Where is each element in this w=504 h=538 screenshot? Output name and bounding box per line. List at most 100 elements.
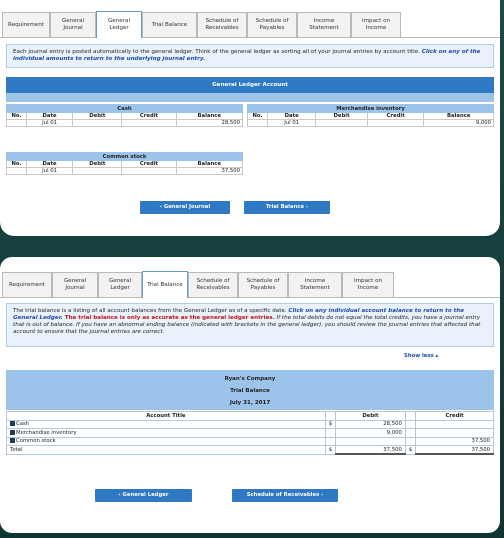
tab-general-journal[interactable]: General Journal: [52, 272, 98, 297]
report-date: July 31, 2017: [229, 400, 271, 406]
tab-schedule-payables[interactable]: Schedule of Payables: [247, 12, 297, 37]
col-debit: Debit: [315, 112, 368, 120]
general-ledger-button[interactable]: ‹ General Ledger: [95, 489, 192, 502]
tab-impact-income[interactable]: Impact on Income: [342, 272, 394, 297]
tab-income-statement[interactable]: Income Statement: [288, 272, 342, 297]
col-balance: Balance: [423, 112, 494, 120]
col-credit: Credit: [366, 112, 425, 120]
tab-bar: Requirement General Journal General Ledg…: [0, 257, 500, 298]
company-name: Ryan's Company: [224, 376, 276, 382]
col-date: Date: [266, 112, 317, 120]
col-date: Date: [25, 160, 74, 168]
credit-sign-cell: [404, 436, 417, 446]
tab-bar: Requirement General Journal General Ledg…: [0, 0, 500, 38]
trial-balance-header: Ryan's Company Trial Balance July 31, 20…: [6, 370, 494, 410]
debit-cell[interactable]: [335, 436, 406, 446]
edit-icon: [10, 421, 15, 427]
total-debit-sign: $: [324, 445, 337, 455]
cell-balance[interactable]: 28,500: [175, 119, 244, 127]
cell-debit[interactable]: [315, 119, 368, 127]
col-debit: Debit: [335, 411, 406, 421]
total-row: Total $ 37,500 $ 37,500: [6, 445, 494, 455]
edit-icon: [10, 438, 15, 444]
debit-cell[interactable]: 9,000: [335, 428, 406, 438]
cell-debit[interactable]: [72, 167, 123, 175]
col-credit: Credit: [121, 112, 177, 120]
cell-date[interactable]: Jul 01: [25, 119, 74, 127]
cell-no: [247, 119, 268, 127]
tab-impact-income[interactable]: Impact on Income: [351, 12, 401, 37]
tab-schedule-payables[interactable]: Schedule of Payables: [238, 272, 288, 297]
instructions-text: The trial balance is a listing of all ac…: [13, 308, 289, 314]
col-no: No.: [247, 112, 268, 120]
debit-cell[interactable]: 28,500: [335, 419, 406, 429]
cell-debit[interactable]: [72, 119, 123, 127]
cell-credit[interactable]: [121, 167, 177, 175]
general-journal-button[interactable]: ‹ General Journal: [140, 201, 230, 214]
col-debit: Debit: [72, 160, 123, 168]
total-credit-sign: $: [404, 445, 417, 455]
trial-balance-table: Account Title Debit Credit Cash $ 28,500…: [6, 411, 494, 455]
credit-cell[interactable]: 37,500: [415, 436, 494, 446]
cell-no: [6, 119, 27, 127]
credit-cell[interactable]: [415, 428, 494, 438]
report-name: Trial Balance: [230, 388, 270, 394]
cell-date[interactable]: Jul 01: [25, 167, 74, 175]
show-less-link[interactable]: Show less ▴: [404, 353, 438, 359]
total-credit: 37,500: [415, 445, 494, 455]
timestamp: 09:10 ✓: [397, 202, 470, 222]
col-credit: Credit: [121, 160, 177, 168]
account-title: Cash: [16, 421, 30, 428]
debit-sign-cell: [324, 436, 337, 446]
common-stock-ledger-table: Common stock No. Date Debit Credit Balan…: [6, 152, 244, 175]
trial-balance-button[interactable]: Trial Balance ›: [244, 201, 330, 214]
col-credit-sign: [404, 411, 417, 421]
inventory-ledger-table: Merchandise inventory No. Date Debit Cre…: [247, 104, 494, 127]
trial-balance-panel: Requirement General Journal General Ledg…: [0, 257, 500, 533]
col-debit: Debit: [72, 112, 123, 120]
tab-requirement[interactable]: Requirement: [2, 12, 50, 37]
ledger-row: Jul 01 9,000: [247, 119, 494, 127]
section-subband: [6, 93, 494, 102]
cell-balance[interactable]: 9,000: [423, 119, 494, 127]
edit-icon: [10, 429, 15, 435]
tab-requirement[interactable]: Requirement: [2, 272, 52, 297]
ledger-row: Jul 01 37,500: [6, 167, 244, 175]
debit-sign-cell: $: [324, 419, 337, 429]
instructions-text: Each journal entry is posted automatical…: [13, 49, 422, 55]
cell-no: [6, 167, 27, 175]
tab-trial-balance[interactable]: Trial Balance: [142, 271, 188, 298]
account-title-cell[interactable]: Merchandise inventory: [6, 428, 326, 438]
tab-general-journal[interactable]: General Journal: [50, 12, 96, 37]
schedule-receivables-button[interactable]: Schedule of Receivables ›: [232, 489, 338, 502]
cash-ledger-table: Cash No. Date Debit Credit Balance Jul 0…: [6, 104, 244, 127]
cell-date[interactable]: Jul 01: [266, 119, 317, 127]
cell-credit[interactable]: [121, 119, 177, 127]
debit-sign-cell: [324, 428, 337, 438]
timestamp: 09:13 ✓: [397, 497, 470, 517]
account-name: Merchandise inventory: [247, 104, 494, 113]
tab-schedule-receivables[interactable]: Schedule of Receivables: [188, 272, 238, 297]
tab-income-statement[interactable]: Income Statement: [297, 12, 351, 37]
account-title: Merchandise inventory: [16, 429, 77, 436]
instructions-warning: The trial balance is only as accurate as…: [62, 315, 275, 321]
col-balance: Balance: [175, 160, 244, 168]
tab-trial-balance[interactable]: Trial Balance: [142, 12, 197, 37]
account-title-cell[interactable]: Common stock: [6, 436, 326, 446]
cell-balance[interactable]: 37,500: [175, 167, 244, 175]
account-title: Common stock: [16, 438, 56, 445]
total-label: Total: [6, 445, 326, 455]
col-account-title: Account Title: [6, 411, 326, 421]
table-row: Merchandise inventory 9,000: [6, 428, 494, 438]
account-title-cell[interactable]: Cash: [6, 419, 326, 429]
cell-credit[interactable]: [366, 119, 425, 127]
general-ledger-panel: Requirement General Journal General Ledg…: [0, 0, 500, 236]
account-name: Common stock: [6, 152, 243, 161]
credit-cell[interactable]: [415, 419, 494, 429]
tab-general-ledger[interactable]: General Ledger: [98, 272, 142, 297]
instructions-box: The trial balance is a listing of all ac…: [6, 303, 494, 347]
col-no: No.: [6, 160, 27, 168]
col-date: Date: [25, 112, 74, 120]
tab-schedule-receivables[interactable]: Schedule of Receivables: [197, 12, 247, 37]
tab-general-ledger[interactable]: General Ledger: [96, 11, 142, 38]
